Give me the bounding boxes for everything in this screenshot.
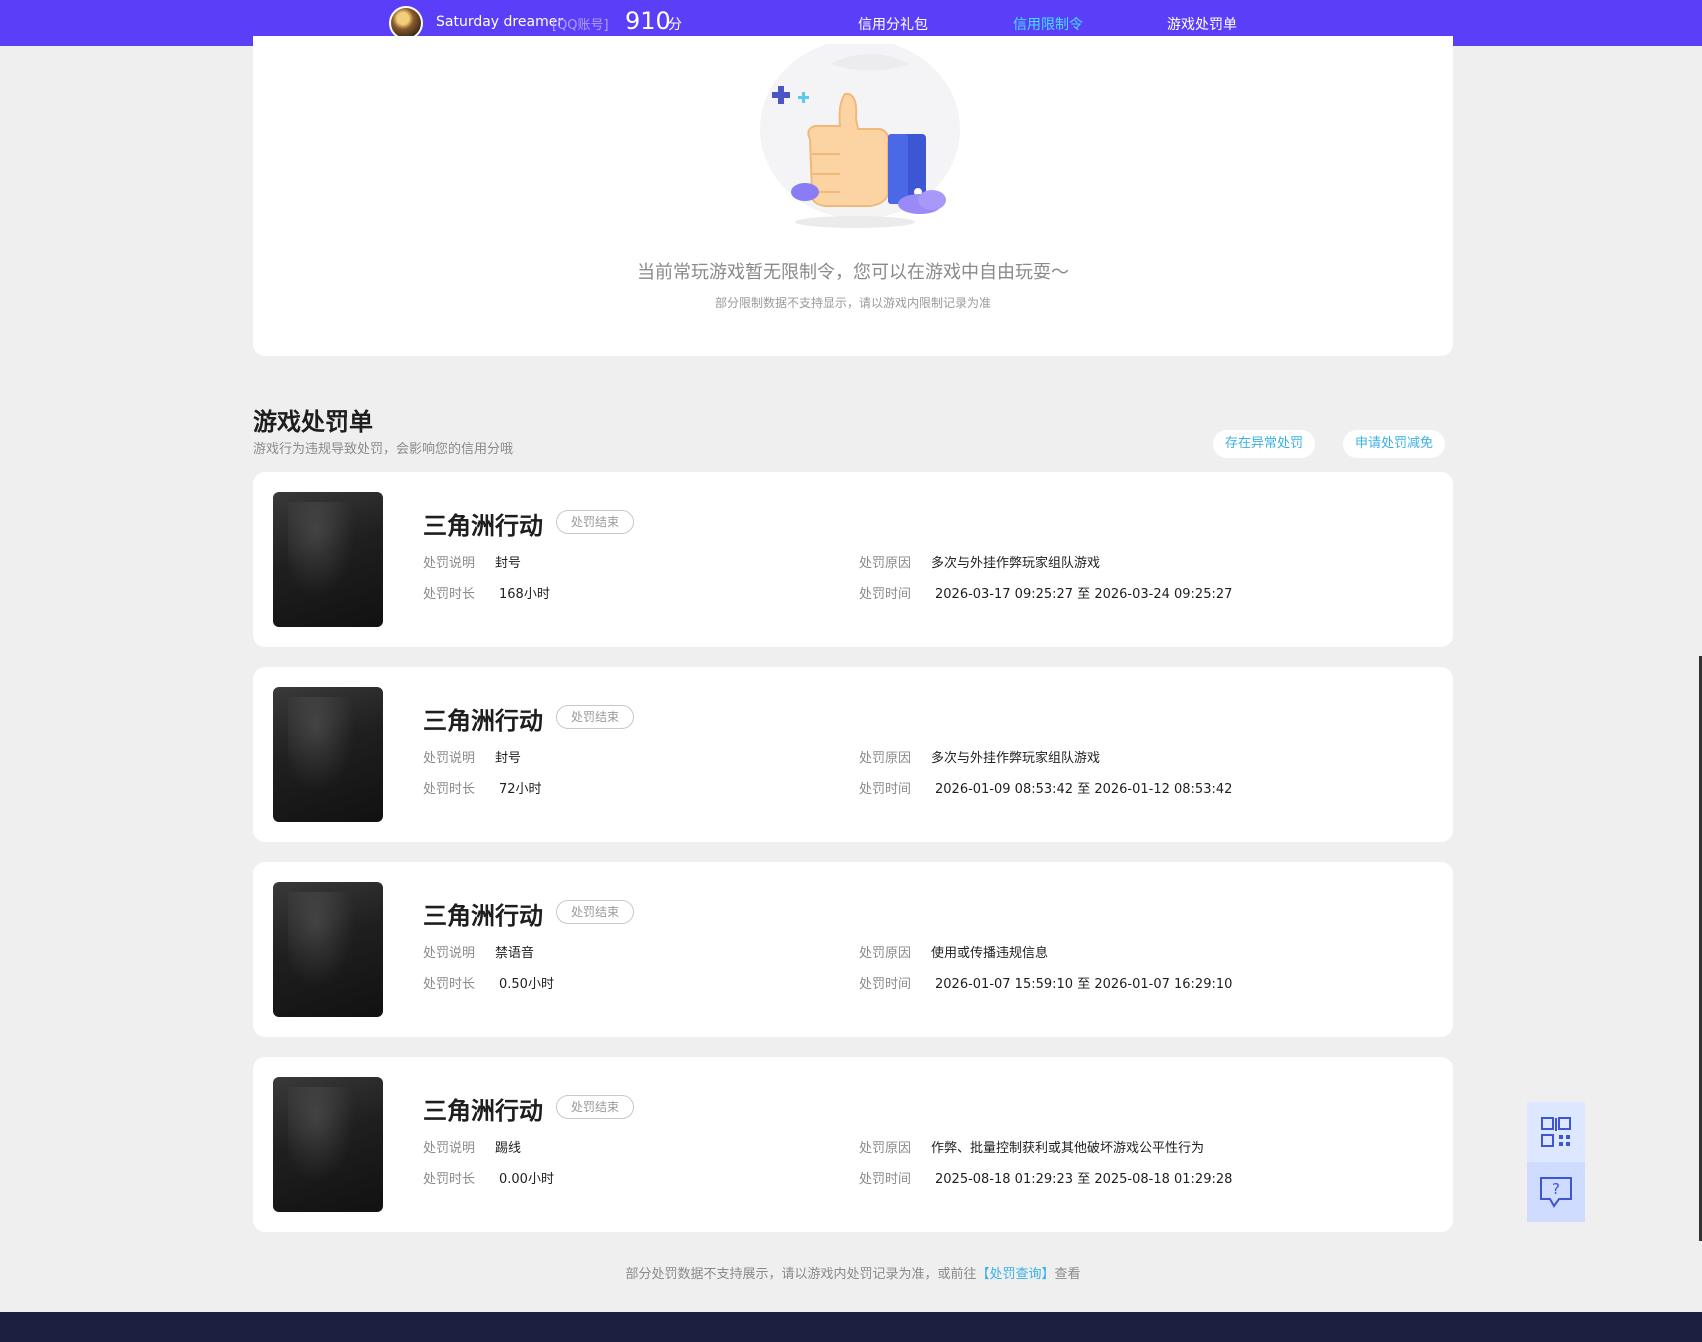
username: Saturday dreamer (436, 14, 564, 30)
tab-game-penalty[interactable]: 游戏处罚单 (1167, 14, 1237, 34)
help-button[interactable]: ? (1527, 1162, 1585, 1222)
penalty-reason-label: 处罚原因 (859, 556, 912, 571)
svg-text:?: ? (1552, 1180, 1560, 1198)
penalty-footnote: 部分处罚数据不支持展示，请以游戏内处罚记录为准，或前往【处罚查询】查看 (253, 1263, 1453, 1282)
penalty-game-name: 三角洲行动 (423, 1097, 543, 1125)
qr-code-icon (1541, 1117, 1571, 1147)
tab-credit-restriction[interactable]: 信用限制令 (1013, 14, 1083, 34)
penalty-time-label: 处罚时间 (859, 587, 912, 602)
apply-penalty-reduction-button[interactable]: 申请处罚减免 (1343, 430, 1446, 458)
penalty-reason-value: 多次与外挂作弊玩家组队游戏 (931, 751, 1101, 766)
penalty-query-link[interactable]: 【处罚查询】 (976, 1267, 1054, 1282)
floating-toolbar: ? (1527, 1102, 1585, 1222)
penalty-status-badge: 处罚结束 (556, 510, 635, 534)
penalty-duration-value: 168小时 (499, 587, 550, 602)
penalty-game-name: 三角洲行动 (423, 707, 543, 735)
penalty-duration-label: 处罚时长 (423, 1172, 476, 1187)
penalty-game-name: 三角洲行动 (423, 512, 543, 540)
penalty-game-name: 三角洲行动 (423, 902, 543, 930)
penalty-time-label: 处罚时间 (859, 782, 912, 797)
penalty-reason-label: 处罚原因 (859, 751, 912, 766)
credit-score-unit: 分 (668, 17, 682, 33)
penalty-desc-label: 处罚说明 (423, 556, 476, 571)
help-chat-icon: ? (1540, 1177, 1572, 1208)
penalty-status-badge: 处罚结束 (556, 900, 635, 924)
footnote-suffix: 查看 (1054, 1267, 1081, 1282)
penalty-desc-value: 禁语音 (495, 946, 535, 961)
penalty-desc-label: 处罚说明 (423, 946, 476, 961)
penalty-reason-value: 作弊、批量控制获利或其他破坏游戏公平性行为 (931, 1141, 1205, 1156)
penalty-duration-label: 处罚时长 (423, 587, 476, 602)
penalty-desc-value: 封号 (495, 751, 522, 766)
game-thumbnail (273, 687, 383, 822)
penalty-duration-value: 0.50小时 (499, 977, 554, 992)
qr-code-button[interactable] (1527, 1102, 1585, 1162)
penalty-duration-value: 72小时 (499, 782, 542, 797)
tab-credit-gift[interactable]: 信用分礼包 (858, 14, 928, 34)
penalty-card: 三角洲行动 处罚结束 处罚说明 踢线 处罚时长 0.00小时 处罚原因 作弊、批… (253, 1057, 1453, 1232)
penalty-card: 三角洲行动 处罚结束 处罚说明 封号 处罚时长 72小时 处罚原因 多次与外挂作… (253, 667, 1453, 842)
empty-restriction-message: 当前常玩游戏暂无限制令，您可以在游戏中自由玩耍～ (637, 262, 1069, 283)
penalty-time-label: 处罚时间 (859, 1172, 912, 1187)
page-footer-bar (0, 1312, 1702, 1342)
penalty-time-value: 2026-01-07 15:59:10 至 2026-01-07 16:29:1… (935, 977, 1233, 992)
penalty-duration-label: 处罚时长 (423, 977, 476, 992)
penalty-duration-value: 0.00小时 (499, 1172, 554, 1187)
penalty-reason-value: 使用或传播违规信息 (931, 946, 1049, 961)
penalty-time-value: 2026-01-09 08:53:42 至 2026-01-12 08:53:4… (935, 782, 1233, 797)
penalty-status-badge: 处罚结束 (556, 1095, 635, 1119)
abnormal-penalty-button[interactable]: 存在异常处罚 (1213, 430, 1316, 458)
game-thumbnail (273, 492, 383, 627)
penalty-reason-label: 处罚原因 (859, 946, 912, 961)
account-type: [QQ账号] (552, 18, 609, 33)
penalty-status-badge: 处罚结束 (556, 705, 635, 729)
penalty-time-value: 2026-03-17 09:25:27 至 2026-03-24 09:25:2… (935, 587, 1233, 602)
game-thumbnail (273, 1077, 383, 1212)
penalty-time-value: 2025-08-18 01:29:23 至 2025-08-18 01:29:2… (935, 1172, 1233, 1187)
credit-score: 910 (625, 7, 671, 35)
footnote-prefix: 部分处罚数据不支持展示，请以游戏内处罚记录为准，或前往 (625, 1267, 977, 1282)
penalty-card: 三角洲行动 处罚结束 处罚说明 封号 处罚时长 168小时 处罚原因 多次与外挂… (253, 472, 1453, 647)
restriction-note: 部分限制数据不支持显示，请以游戏内限制记录为准 (714, 296, 991, 310)
penalty-reason-label: 处罚原因 (859, 1141, 912, 1156)
penalty-desc-value: 踢线 (495, 1141, 522, 1156)
thumbs-up-illustration (760, 44, 960, 228)
penalty-desc-label: 处罚说明 (423, 1141, 476, 1156)
penalty-desc-label: 处罚说明 (423, 751, 476, 766)
penalty-section-subtitle: 游戏行为违规导致处罚，会影响您的信用分哦 (253, 442, 514, 457)
game-thumbnail (273, 882, 383, 1017)
penalty-desc-value: 封号 (495, 556, 522, 571)
penalty-card: 三角洲行动 处罚结束 处罚说明 禁语音 处罚时长 0.50小时 处罚原因 使用或… (253, 862, 1453, 1037)
avatar[interactable] (389, 6, 423, 40)
penalty-time-label: 处罚时间 (859, 977, 912, 992)
penalty-reason-value: 多次与外挂作弊玩家组队游戏 (931, 556, 1101, 571)
penalty-section-title: 游戏处罚单 (253, 408, 373, 436)
penalty-duration-label: 处罚时长 (423, 782, 476, 797)
